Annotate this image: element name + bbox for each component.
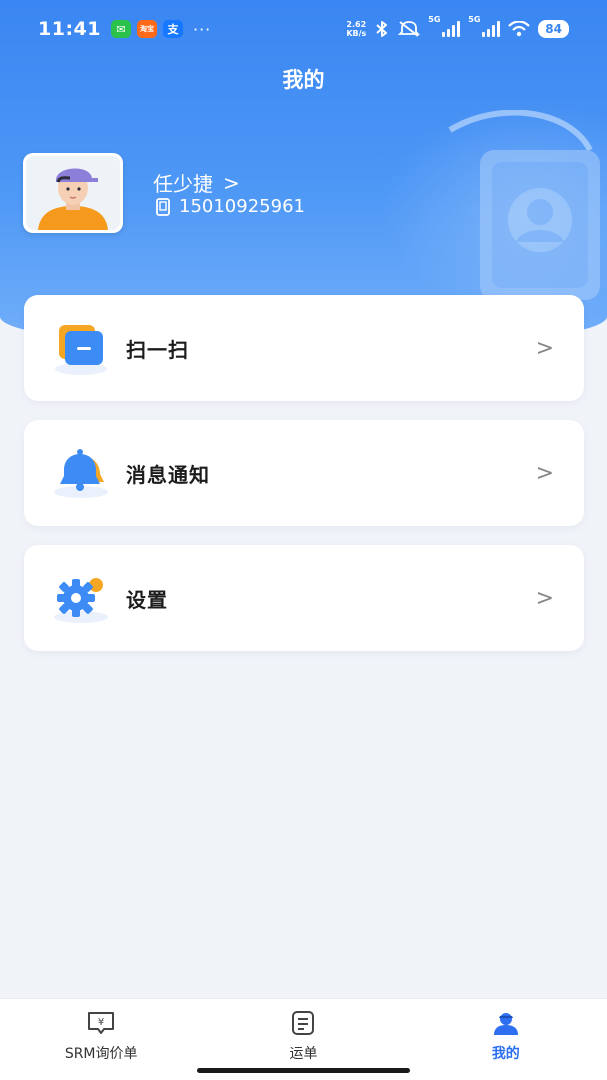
settings-gear-icon [50,567,112,629]
svg-text:¥: ¥ [98,1017,104,1028]
wifi-icon [508,21,531,37]
bell-icon [50,442,112,504]
status-bar: 11:41 ✉ 淘宝 支 ··· 2.62 KB/s 5G 5G 84 [0,0,607,58]
status-time: 11:41 [38,18,101,40]
mute-icon [398,21,421,37]
home-indicator[interactable] [197,1068,410,1073]
profile-icon [489,1009,523,1037]
menu-item-label: 扫一扫 [126,337,189,362]
user-name: 任少捷 [153,172,213,196]
chevron-right-icon: > [535,335,554,361]
menu-item-notifications[interactable]: 消息通知 > [24,420,584,526]
alipay-icon: 支 [162,20,183,38]
tab-srm-inquiry[interactable]: ¥ SRM询价单 [0,999,202,1080]
tab-label: 我的 [491,1046,520,1062]
signal-sim1-icon: 5G [428,15,461,37]
page-title: 我的 [282,68,325,92]
chevron-right-icon: > [535,460,554,486]
phone-icon [156,197,170,216]
chevron-right-icon: > [535,585,554,611]
waybill-icon [286,1009,320,1037]
menu-item-scan[interactable]: 扫一扫 > [24,295,584,401]
inquiry-icon: ¥ [84,1009,118,1037]
tab-label: SRM询价单 [64,1046,138,1062]
id-badge-decoration-icon [448,110,600,300]
scan-icon [50,317,112,379]
tab-label: 运单 [289,1046,318,1062]
battery-indicator: 84 [538,20,569,38]
signal-sim2-icon: 5G [468,15,501,37]
taobao-icon: 淘宝 [136,20,157,38]
status-indicators: 2.62 KB/s 5G 5G 84 [346,15,569,38]
tab-mine[interactable]: 我的 [405,999,607,1080]
bluetooth-icon [376,21,388,37]
chevron-right-icon: > [223,170,240,195]
avatar[interactable] [23,153,123,233]
notification-apps: ✉ 淘宝 支 ··· [110,19,212,39]
more-notifications-icon: ··· [192,19,212,39]
user-name-link[interactable]: 任少捷 > [153,168,240,197]
network-speed: 2.62 KB/s [346,20,367,38]
wechat-icon: ✉ [110,20,131,38]
user-phone: 15010925961 [155,196,305,217]
phone-number: 15010925961 [179,196,305,217]
menu-item-label: 设置 [126,587,168,612]
user-avatar-illustration-icon [26,156,120,230]
profile-page: 11:41 ✉ 淘宝 支 ··· 2.62 KB/s 5G 5G 84 我的 任… [0,0,607,1080]
menu-item-settings[interactable]: 设置 > [24,545,584,651]
menu-item-label: 消息通知 [126,462,210,487]
